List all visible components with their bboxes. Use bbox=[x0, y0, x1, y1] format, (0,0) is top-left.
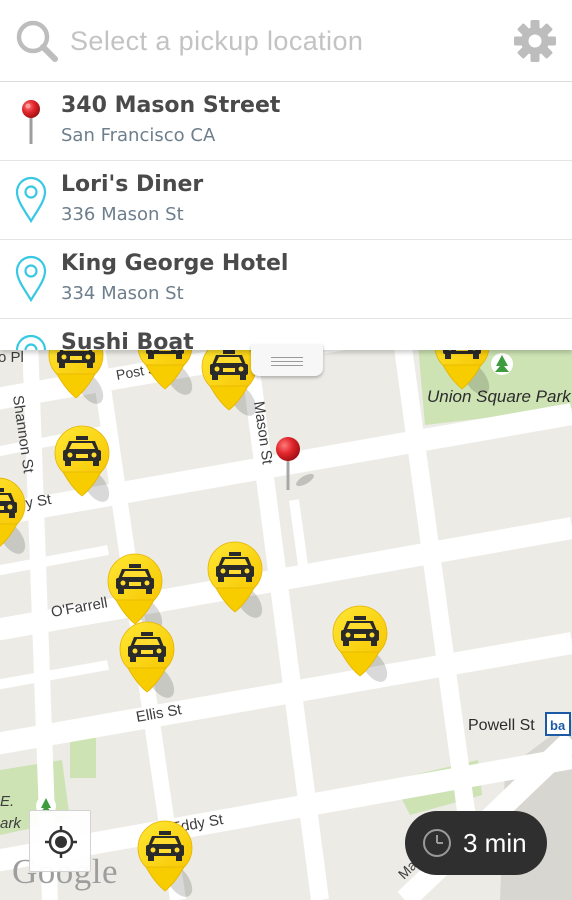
powell-station-label: Powell St bbox=[468, 717, 535, 734]
search-bar bbox=[0, 0, 572, 82]
red-pushpin-icon bbox=[22, 100, 40, 144]
drag-handle[interactable] bbox=[251, 344, 323, 376]
gear-icon[interactable] bbox=[512, 18, 558, 64]
suggestion-subtitle: 336 Mason St bbox=[61, 204, 184, 225]
suggestion-item[interactable]: King George Hotel 334 Mason St bbox=[0, 240, 572, 319]
union-square-label: Union Square Park bbox=[427, 387, 572, 406]
pickup-location-input[interactable] bbox=[70, 18, 490, 64]
location-pin-icon bbox=[15, 176, 47, 224]
cut-street-label-3: ark bbox=[0, 815, 22, 832]
cut-street-label: o Pl bbox=[0, 349, 24, 366]
park-tree-icon bbox=[491, 353, 513, 375]
cut-street-label-2: E. bbox=[0, 793, 14, 810]
clock-icon bbox=[423, 829, 451, 857]
suggestion-subtitle: 334 Mason St bbox=[61, 283, 184, 304]
suggestion-title: Sushi Boat bbox=[61, 330, 194, 350]
location-pin-icon bbox=[15, 255, 47, 303]
suggestion-title: Lori's Diner bbox=[61, 172, 204, 197]
my-location-button[interactable] bbox=[29, 810, 91, 872]
suggestion-subtitle: San Francisco CA bbox=[61, 125, 216, 146]
crosshair-icon bbox=[45, 826, 77, 858]
search-icon[interactable] bbox=[14, 18, 60, 64]
location-pin-icon bbox=[15, 334, 47, 350]
bart-badge-text: ba bbox=[550, 718, 566, 733]
eta-label: 3 min bbox=[463, 828, 527, 858]
suggestion-item[interactable]: 340 Mason Street San Francisco CA bbox=[0, 82, 572, 161]
suggestion-title: King George Hotel bbox=[61, 251, 289, 276]
suggestion-title: 340 Mason Street bbox=[61, 93, 281, 118]
bart-station-icon: ba bbox=[545, 712, 571, 736]
suggestion-list: 340 Mason Street San Francisco CA Lori's… bbox=[0, 82, 572, 350]
suggestion-item[interactable]: Lori's Diner 336 Mason St bbox=[0, 161, 572, 240]
eta-button[interactable]: 3 min bbox=[405, 811, 547, 875]
